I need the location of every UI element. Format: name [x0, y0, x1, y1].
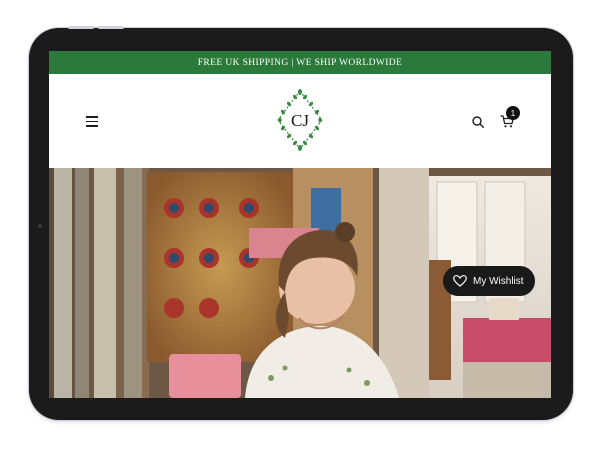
cart-count-badge[interactable]: 1	[506, 106, 520, 120]
wishlist-label: My Wishlist	[473, 275, 524, 287]
front-camera	[38, 224, 42, 228]
announcement-text: FREE UK SHIPPING | WE SHIP WORLDWIDE	[197, 57, 403, 68]
announcement-bar: FREE UK SHIPPING | WE SHIP WORLDWIDE	[49, 51, 551, 74]
search-icon[interactable]	[472, 116, 484, 128]
wishlist-button[interactable]: My Wishlist	[443, 266, 535, 296]
site-header: CJ 1	[49, 74, 551, 168]
logo-monogram: CJ	[291, 111, 309, 130]
site-logo[interactable]: CJ	[274, 88, 326, 152]
tablet-screen: FREE UK SHIPPING | WE SHIP WORLDWIDE CJ …	[49, 51, 551, 398]
hamburger-menu-icon[interactable]	[86, 116, 98, 127]
volume-button	[68, 26, 94, 29]
volume-button	[98, 26, 124, 29]
heart-icon	[453, 275, 467, 287]
